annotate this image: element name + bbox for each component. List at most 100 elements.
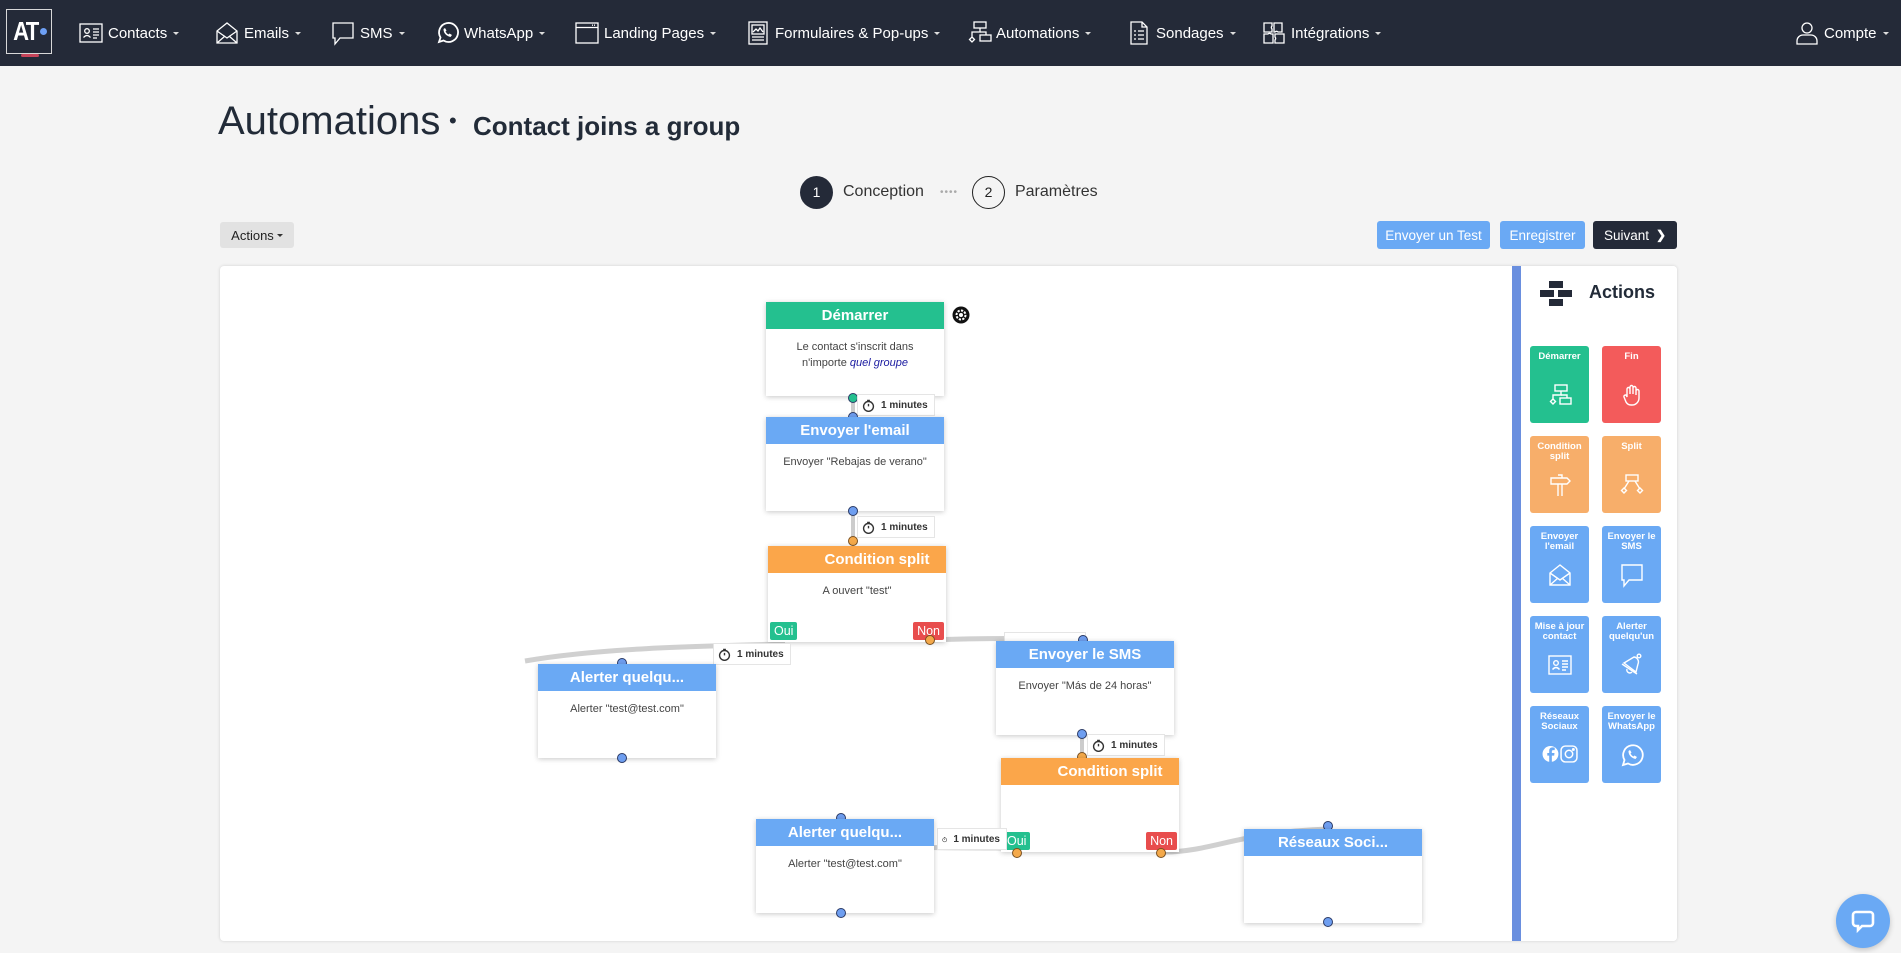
chevron-down-icon [1375,31,1382,35]
tile-end[interactable]: Fin [1602,346,1661,423]
nav-integrations[interactable]: Intégrations [1261,0,1382,66]
nav-emails[interactable]: Emails [214,0,302,66]
nav-landing-pages[interactable]: Landing Pages [574,0,717,66]
output-port[interactable] [848,506,858,516]
next-button[interactable]: Suivant ❯ [1593,221,1677,249]
tile-send-sms[interactable]: Envoyer le SMS [1602,526,1661,603]
nav-label: Contacts [108,24,168,42]
step-2-label[interactable]: Paramètres [1015,183,1098,201]
node-start[interactable]: Démarrer Le contact s'inscrit dans n'imp… [766,302,944,396]
blocks-icon [1540,281,1572,306]
delay-badge[interactable]: 1 minutes [937,828,1007,850]
panel-title: Actions [1589,282,1656,302]
node-description: Alerter "test@test.com" [788,858,902,870]
tile-start[interactable]: Démarrer [1530,346,1589,423]
chevron-down-icon [173,31,180,35]
chevron-down-icon [1882,31,1889,35]
signpost-icon [1549,474,1571,496]
node-title: Réseaux Soci... [1244,829,1422,856]
hand-stop-icon [1622,384,1640,406]
live-chat-button[interactable] [1836,894,1890,948]
logo-dot [40,28,48,35]
node-title: Envoyer le SMS [996,641,1174,668]
stopwatch-icon [862,521,875,534]
node-send-sms[interactable]: Envoyer le SMS Envoyer "Más de 24 horas" [996,641,1174,735]
output-port[interactable] [617,753,627,763]
node-title: Condition split [1001,758,1179,785]
node-send-email[interactable]: Envoyer l'email Envoyer "Rebajas de vera… [766,417,944,511]
nav-account[interactable]: Compte [1794,0,1889,66]
delay-badge[interactable]: 1 minutes [857,394,935,416]
tile-alert-someone[interactable]: Alerter quelqu'un [1602,616,1661,693]
tile-update-contact[interactable]: Mise à jour contact [1530,616,1589,693]
stopwatch-icon [862,399,875,412]
tile-label: Fin [1624,351,1639,362]
chat-icon [1851,910,1875,934]
bell-icon [1621,653,1642,675]
tile-label: Réseaux Sociaux [1539,711,1580,732]
next-label: Suivant [1603,227,1649,243]
tile-split[interactable]: Split [1602,436,1661,513]
output-port-yes[interactable] [1012,848,1022,858]
input-port[interactable] [848,536,858,546]
step-1-label[interactable]: Conception [843,183,924,201]
step-1-indicator[interactable]: 1 [800,175,833,209]
delay-badge[interactable]: 1 minutes [1087,734,1165,756]
step-separator: •••• [939,186,958,198]
output-port[interactable] [1077,729,1087,739]
delay-label: 1 minutes [953,833,1000,845]
logo[interactable]: AT [6,9,52,57]
step-2-indicator[interactable]: 2 [971,175,1005,209]
page-title: Automations [218,99,441,143]
account-label: Compte [1824,24,1877,42]
panel-resize-handle[interactable] [1512,266,1521,941]
settings-gear-icon[interactable] [951,305,971,325]
puzzle-icon [1263,22,1285,44]
node-alert-1[interactable]: Alerter quelqu... Alerter "test@test.com… [538,664,716,758]
workflow-icon [1549,384,1572,405]
node-social-networks[interactable]: Réseaux Soci... [1244,829,1422,923]
tile-condition-split[interactable]: Condition split [1530,436,1589,513]
node-condition-split-2[interactable]: Condition split Oui Non [1001,758,1179,852]
tile-label: Condition split [1537,441,1582,462]
node-alert-2[interactable]: Alerter quelqu... Alerter "test@test.com… [756,819,934,913]
delay-label: 1 minutes [881,521,928,533]
output-port[interactable] [1323,917,1333,927]
tile-social-networks[interactable]: Réseaux Sociaux [1530,706,1589,783]
chevron-down-icon [1085,31,1092,35]
tile-send-email[interactable]: Envoyer l'email [1530,526,1589,603]
nav-contacts[interactable]: Contacts [78,0,180,66]
tile-send-whatsapp[interactable]: Envoyer le WhatsApp [1602,706,1661,783]
workflow-canvas[interactable]: Démarrer Le contact s'inscrit dans n'imp… [220,266,1677,941]
chevron-down-icon [710,31,717,35]
yes-branch-label: Oui [770,622,798,640]
delay-badge[interactable]: 1 minutes [857,516,935,538]
social-icon [1542,745,1578,763]
output-port[interactable] [836,908,846,918]
nav-whatsapp[interactable]: WhatsApp [434,0,546,66]
tile-label: Envoyer l'email [1540,531,1579,552]
chevron-down-icon [295,31,302,35]
whatsapp-icon [1621,744,1644,767]
node-condition-split-1[interactable]: Condition split A ouvert "test" Oui Non [768,546,946,642]
nav-surveys[interactable]: Sondages [1126,0,1236,66]
group-link[interactable]: quel groupe [850,357,908,369]
tile-label: Envoyer le SMS [1607,531,1656,552]
split-icon [1620,474,1643,494]
delay-badge[interactable]: 1 minutes [713,643,791,665]
output-port-no[interactable] [925,635,935,645]
user-icon [1796,22,1818,45]
logo-underline [21,54,39,57]
chevron-down-icon [398,31,405,35]
nav-forms[interactable]: Formulaires & Pop-ups [745,0,941,66]
send-test-button[interactable]: Envoyer un Test [1377,221,1490,249]
stopwatch-icon [942,836,947,842]
nav-automations[interactable]: Automations [966,0,1092,66]
chevron-right-icon: ❯ [1655,228,1667,242]
save-button[interactable]: Enregistrer [1500,221,1585,249]
chevron-down-icon [539,31,546,35]
actions-dropdown-button[interactable]: Actions [220,222,294,248]
nav-sms[interactable]: SMS [330,0,405,66]
output-port-no[interactable] [1156,848,1166,858]
node-description [1001,785,1179,805]
